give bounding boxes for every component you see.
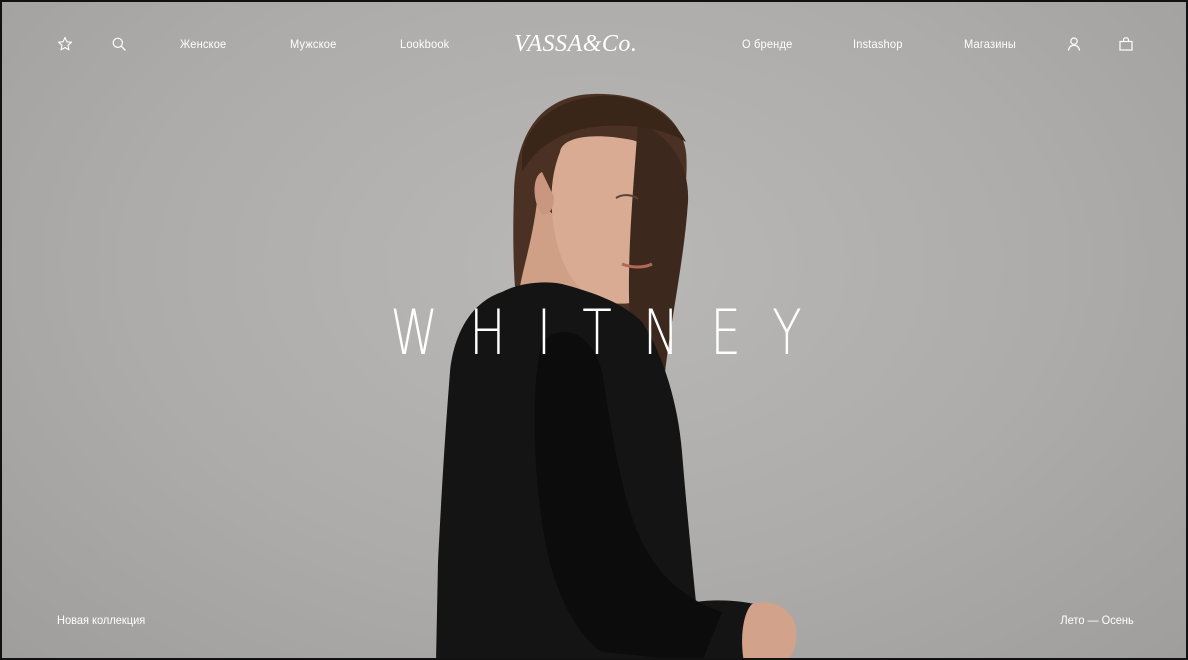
hero-screen: Женское Мужское Lookbook VASSA&Co. О бре… (0, 0, 1188, 660)
nav-link-stores[interactable]: Магазины (964, 35, 1016, 53)
star-icon[interactable] (56, 35, 74, 53)
nav-link-lookbook[interactable]: Lookbook (400, 35, 449, 53)
search-icon[interactable] (110, 35, 128, 53)
season-caption: Лето — Осень (1060, 613, 1134, 627)
hero-title: WHITNEY (390, 296, 833, 369)
nav-link-men[interactable]: Мужское (290, 35, 336, 53)
nav-link-women[interactable]: Женское (180, 35, 226, 53)
bag-icon[interactable] (1117, 35, 1135, 53)
brand-logo[interactable]: VASSA&Co. (514, 29, 637, 59)
nav-link-about-brand[interactable]: О бренде (742, 35, 792, 53)
user-icon[interactable] (1065, 35, 1083, 53)
nav-link-instashop[interactable]: Instashop (853, 35, 903, 53)
new-collection-caption[interactable]: Новая коллекция (57, 612, 145, 628)
top-navigation: Женское Мужское Lookbook VASSA&Co. О бре… (2, 2, 1186, 86)
